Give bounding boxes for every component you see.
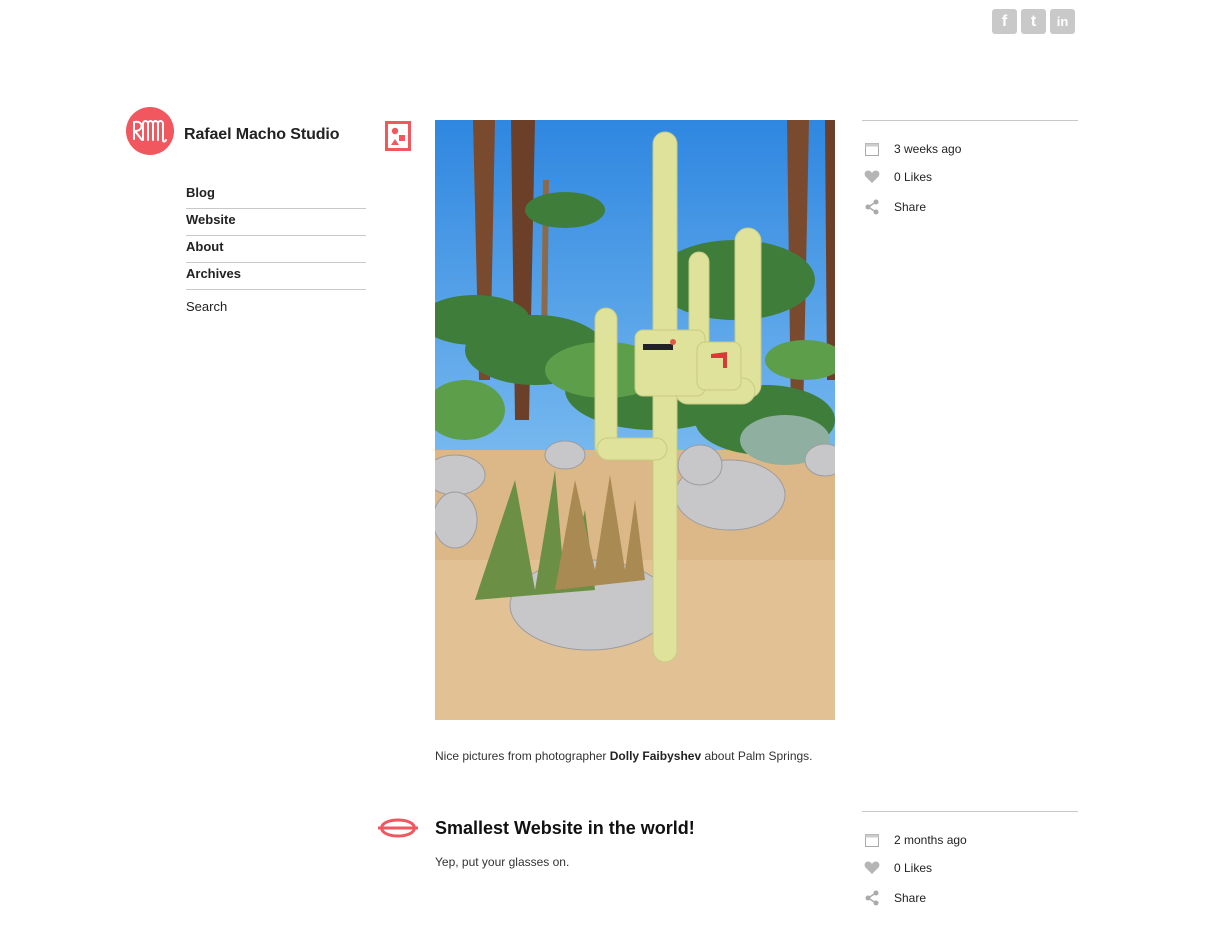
nav-item-blog[interactable]: Blog bbox=[186, 182, 366, 209]
linkedin-icon[interactable]: in bbox=[1050, 9, 1075, 34]
likes[interactable]: 0 Likes bbox=[862, 854, 1078, 882]
post-date[interactable]: 3 weeks ago bbox=[862, 135, 1078, 163]
post-meta-2: 2 months ago 0 Likes Share bbox=[862, 811, 1078, 914]
post-meta-1: 3 weeks ago 0 Likes Share bbox=[862, 120, 1078, 223]
facebook-icon[interactable]: f bbox=[992, 9, 1017, 34]
main-nav: Blog Website About Archives bbox=[186, 182, 366, 290]
share-icon bbox=[864, 890, 880, 906]
twitter-icon[interactable]: t bbox=[1021, 9, 1046, 34]
search-link[interactable]: Search bbox=[186, 299, 227, 314]
likes[interactable]: 0 Likes bbox=[862, 163, 1078, 191]
nav-item-website[interactable]: Website bbox=[186, 209, 366, 236]
post-date[interactable]: 2 months ago bbox=[862, 826, 1078, 854]
social-links: f t in bbox=[992, 9, 1075, 34]
nav-item-archives[interactable]: Archives bbox=[186, 263, 366, 290]
photographer-name[interactable]: Dolly Faibyshev bbox=[610, 749, 701, 763]
post-body: Yep, put your glasses on. bbox=[435, 855, 570, 869]
brand-name[interactable]: Rafael Macho Studio bbox=[184, 126, 340, 144]
share-button[interactable]: Share bbox=[862, 882, 1078, 914]
calendar-icon bbox=[864, 832, 880, 848]
link-post-icon bbox=[378, 818, 418, 838]
calendar-icon bbox=[864, 141, 880, 157]
share-icon bbox=[864, 199, 880, 215]
heart-icon bbox=[864, 169, 880, 185]
photo-post-icon bbox=[385, 121, 411, 151]
share-button[interactable]: Share bbox=[862, 191, 1078, 223]
heart-icon bbox=[864, 860, 880, 876]
studio-logo[interactable] bbox=[126, 104, 174, 156]
nav-item-about[interactable]: About bbox=[186, 236, 366, 263]
post-photo[interactable] bbox=[435, 120, 835, 720]
post-caption: Nice pictures from photographer Dolly Fa… bbox=[435, 749, 813, 763]
post-title[interactable]: Smallest Website in the world! bbox=[435, 818, 695, 839]
